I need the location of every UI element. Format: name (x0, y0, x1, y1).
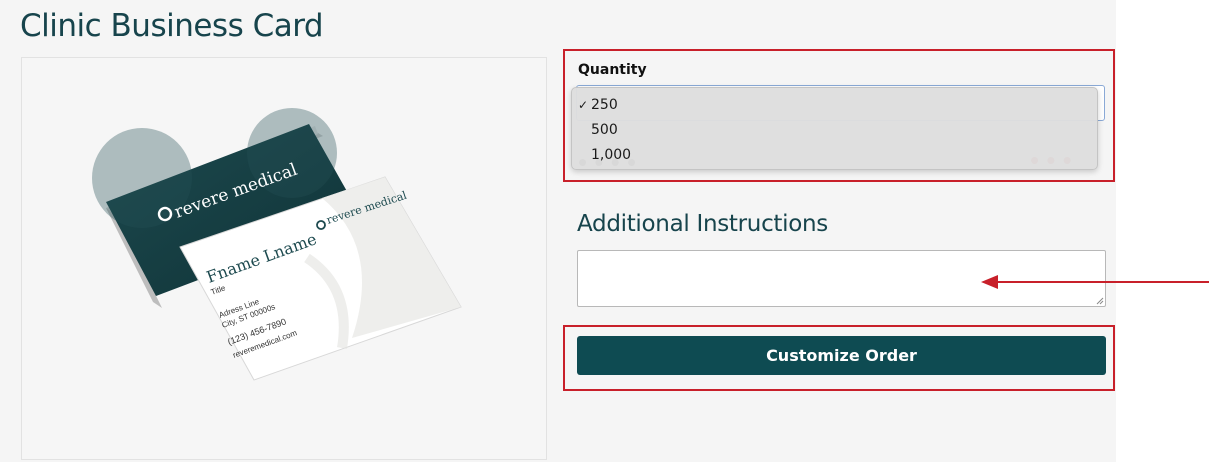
page-title: Clinic Business Card (20, 8, 324, 44)
product-image: revere medical revere medical Fname Lnam… (21, 57, 547, 460)
quantity-highlight-box (563, 49, 1115, 182)
button-highlight-box (563, 325, 1115, 391)
instructions-heading: Additional Instructions (577, 211, 828, 237)
arrow-left-icon (981, 275, 1209, 289)
business-card-illustration: revere medical revere medical Fname Lnam… (92, 108, 462, 381)
resize-grip-icon[interactable] (1096, 297, 1104, 305)
